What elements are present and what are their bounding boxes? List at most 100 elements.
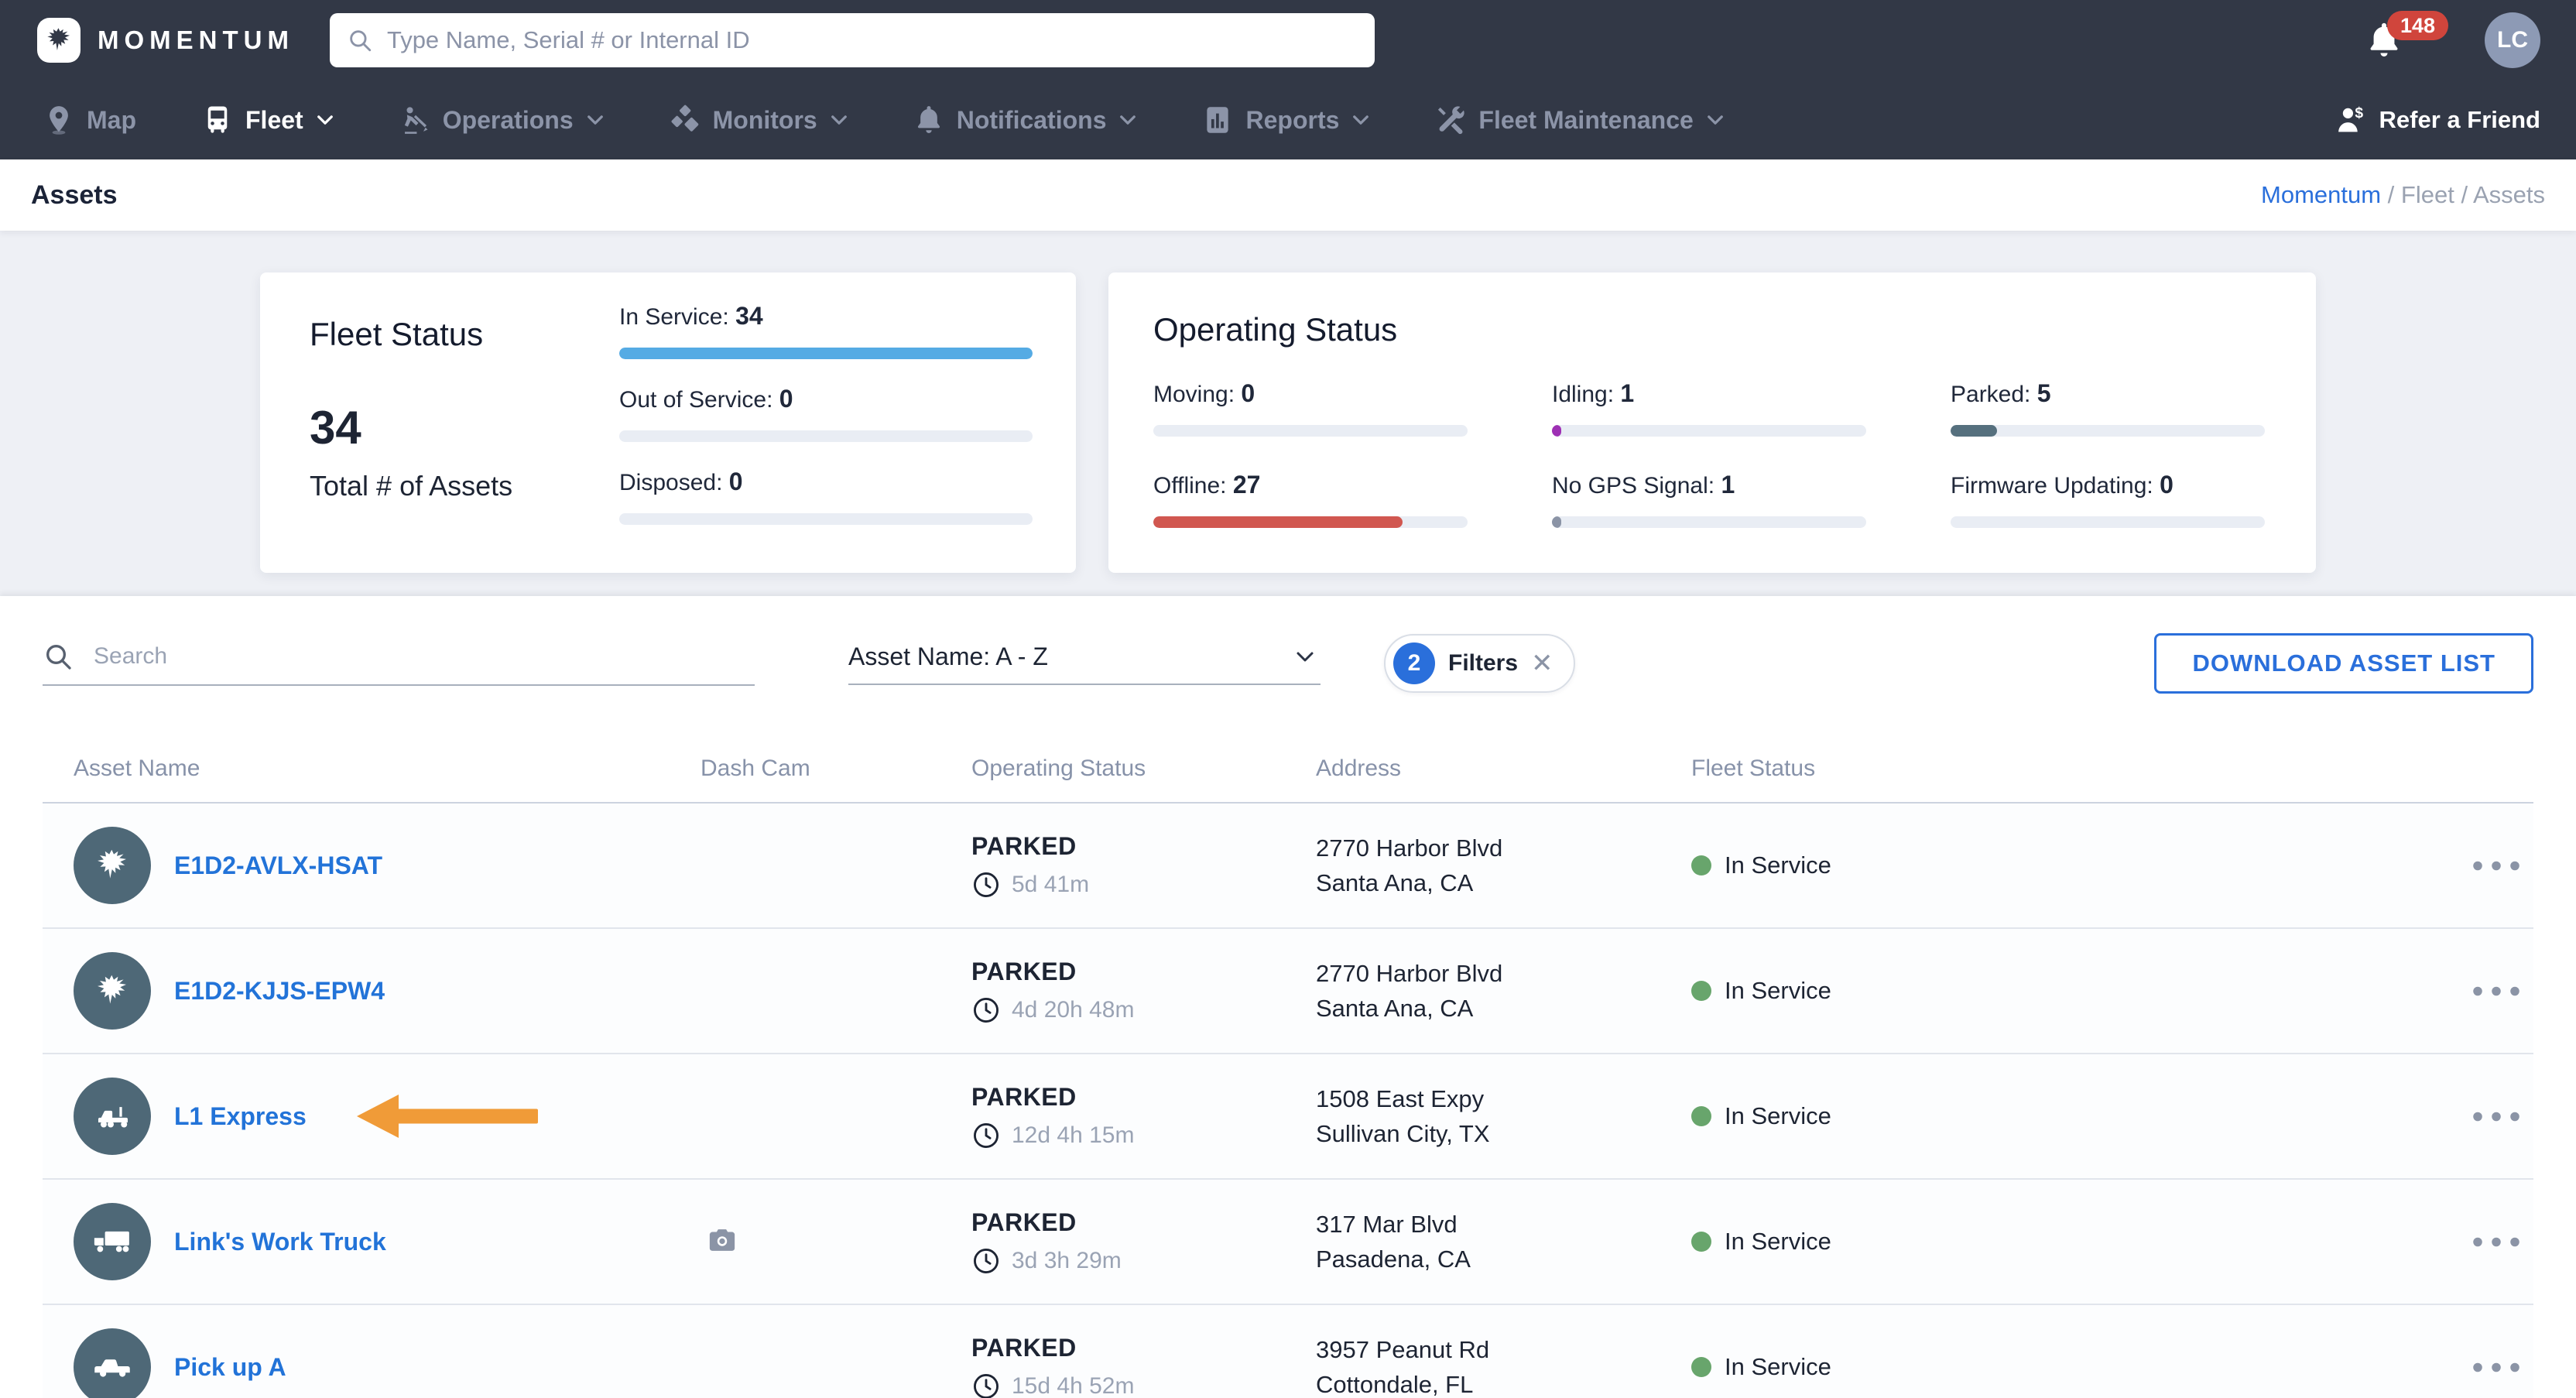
fleet-status-cell: In Service (1691, 851, 2125, 879)
operating-status-value: PARKED (971, 831, 1077, 860)
operating-status-value: PARKED (971, 1082, 1077, 1111)
column-header-dash-cam: Dash Cam (701, 756, 810, 781)
sort-dropdown[interactable]: Asset Name: A - Z (848, 642, 1321, 685)
momentum-bird-icon (91, 970, 133, 1012)
filters-chip[interactable]: 2 Filters ✕ (1384, 634, 1575, 693)
breadcrumb-momentum[interactable]: Momentum (2261, 181, 2381, 208)
table-row: Link's Work Truck PARKED 3d 3h 29m 317 Mar … (43, 1180, 2533, 1305)
fleet-status-cell: In Service (1691, 1228, 2125, 1256)
global-search-input[interactable] (386, 26, 1358, 54)
address-cell: 1508 East Expy Sullivan City, TX (1316, 1081, 1691, 1151)
duration-text: 12d 4h 15m (1012, 1122, 1135, 1148)
address-line1: 2770 Harbor Blvd (1316, 834, 1503, 862)
monitors-diamonds-icon (669, 104, 701, 136)
address-line2: Santa Ana, CA (1316, 995, 1474, 1022)
asset-name-link[interactable]: Pick up A (174, 1353, 286, 1381)
asset-name-link[interactable]: E1D2-AVLX-HSAT (174, 851, 382, 879)
main-nav: Map Fleet Operations Monitors Notifications R… (0, 81, 2576, 159)
operating-status-value: PARKED (971, 1333, 1077, 1362)
asset-search[interactable] (43, 641, 755, 686)
operating-status-value: PARKED (971, 957, 1077, 985)
asset-name-cell: L1 Express (174, 1102, 701, 1131)
address-line2: Sullivan City, TX (1316, 1120, 1490, 1147)
stat-label: Idling: 1 (1552, 379, 1635, 407)
nav-item-fleet-maintenance[interactable]: Fleet Maintenance (1434, 104, 1723, 136)
row-actions-menu[interactable] (2472, 854, 2521, 877)
address-cell: 317 Mar Blvd Pasadena, CA (1316, 1207, 1691, 1276)
nav-item-reports[interactable]: Reports (1201, 104, 1369, 136)
chevron-down-icon (1707, 115, 1724, 125)
vehicle-avatar-cell (74, 1078, 174, 1155)
duration-text: 3d 3h 29m (1012, 1247, 1122, 1273)
address-line2: Santa Ana, CA (1316, 869, 1474, 896)
row-actions-menu[interactable] (2472, 1105, 2521, 1128)
row-actions-menu[interactable] (2472, 1355, 2521, 1379)
user-avatar[interactable]: LC (2485, 12, 2540, 68)
refer-a-friend-link[interactable]: $ Refer a Friend (2334, 103, 2540, 137)
asset-name-link[interactable]: E1D2-KJJS-EPW4 (174, 977, 385, 1005)
row-actions-menu[interactable] (2472, 1230, 2521, 1253)
table-row: Pick up A PARKED 15d 4h 52m 3957 Peanut Rd C… (43, 1305, 2533, 1398)
stat-label: Disposed: 0 (619, 468, 743, 495)
global-search[interactable] (329, 13, 1375, 67)
stat-out-of-service: Out of Service: 0 (619, 385, 1033, 442)
breadcrumb-fleet: Fleet (2400, 181, 2454, 208)
filters-clear-icon[interactable]: ✕ (1531, 650, 1553, 677)
refer-friend-icon: $ (2334, 103, 2369, 137)
clock-icon (971, 1372, 1001, 1398)
map-pin-icon (43, 104, 75, 136)
status-dot (1691, 1232, 1711, 1252)
dash-cam-cell (701, 1223, 971, 1261)
stat-label: Firmware Updating: 0 (1951, 471, 2174, 499)
row-actions-menu[interactable] (2472, 979, 2521, 1002)
search-icon (350, 30, 372, 52)
pickup-truck-icon (89, 1344, 135, 1390)
asset-name-cell: E1D2-KJJS-EPW4 (174, 977, 701, 1006)
status-cards-band: Fleet Status 34 Total # of Assets In Ser… (0, 231, 2576, 596)
fleet-status-value: In Service (1725, 851, 1831, 879)
brand-wordmark: MOMENTUM (98, 26, 294, 54)
nav-item-label: Notifications (956, 105, 1107, 134)
stat-moving: Moving: 0 (1153, 379, 1468, 437)
reports-chart-icon (1201, 104, 1234, 136)
address-line2: Cottondale, FL (1316, 1371, 1474, 1398)
fleet-vehicle-icon (201, 104, 234, 136)
asset-search-input[interactable] (94, 643, 755, 670)
page-header-bar: Assets Momentum / Fleet / Assets (0, 159, 2576, 231)
clock-icon (971, 995, 1001, 1025)
table-row: E1D2-KJJS-EPW4 PARKED 4d 20h 48m 2770 Harbo… (43, 929, 2533, 1054)
maintenance-tools-icon (1434, 104, 1467, 136)
vehicle-avatar (74, 1203, 151, 1280)
stat-label: Parked: 5 (1951, 379, 2051, 407)
asset-name-link[interactable]: L1 Express (174, 1102, 307, 1130)
nav-item-label: Map (87, 105, 136, 134)
nav-item-monitors[interactable]: Monitors (669, 104, 848, 136)
notification-badge: 148 (2387, 11, 2449, 41)
nav-item-fleet[interactable]: Fleet (201, 104, 334, 136)
chevron-down-icon (587, 115, 604, 125)
download-asset-list-button[interactable]: DOWNLOAD ASSET LIST (2154, 633, 2533, 694)
momentum-logo[interactable] (37, 18, 80, 63)
fleet-status-cell: In Service (1691, 1102, 2125, 1130)
breadcrumb: Momentum / Fleet / Assets (2261, 181, 2545, 208)
stat-progress-bar (1951, 425, 2265, 437)
stat-progress-bar (1153, 516, 1468, 528)
nav-item-map[interactable]: Map (43, 104, 136, 136)
column-header-operating-status: Operating Status (971, 756, 1146, 781)
vehicle-avatar (74, 827, 151, 904)
operating-status-title: Operating Status (1153, 311, 1398, 348)
vehicle-avatar (74, 1078, 151, 1155)
total-assets-label: Total # of Assets (310, 470, 513, 502)
vehicle-avatar-cell (74, 1203, 174, 1280)
asset-name-cell: Pick up A (174, 1353, 701, 1382)
operating-status-duration: 3d 3h 29m (971, 1246, 1316, 1276)
chevron-down-icon (1296, 651, 1314, 663)
stat-label: In Service: 34 (619, 302, 763, 330)
nav-item-operations[interactable]: Operations (399, 104, 604, 136)
stat-progress-bar (1951, 516, 2265, 528)
nav-item-notifications[interactable]: Notifications (913, 104, 1137, 136)
fleet-status-cell: In Service (1691, 977, 2125, 1005)
asset-name-link[interactable]: Link's Work Truck (174, 1228, 386, 1256)
notification-bell-button[interactable]: 148 (2364, 11, 2449, 62)
fleet-status-title: Fleet Status (310, 316, 484, 352)
